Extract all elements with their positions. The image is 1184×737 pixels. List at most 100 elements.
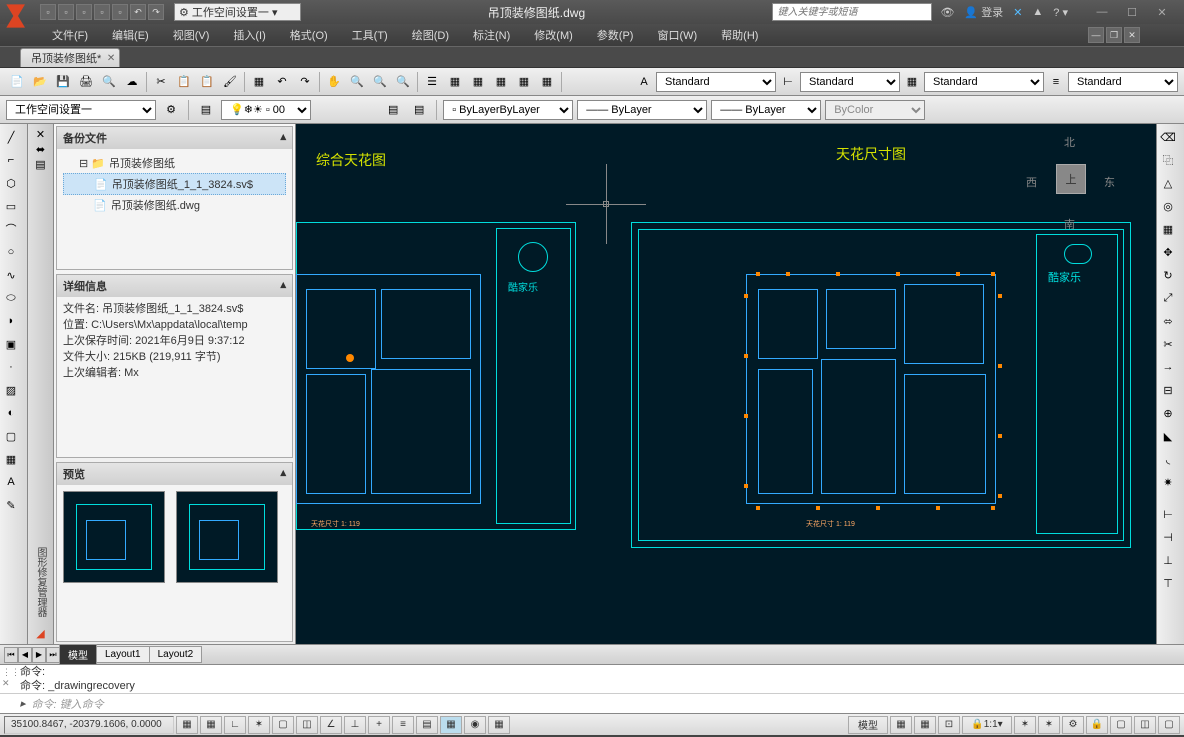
zoom-prev-icon[interactable]: 🔍 [392, 71, 414, 93]
undo-icon[interactable]: ↶ [130, 4, 146, 20]
preview-header[interactable]: 预览▴ [57, 463, 292, 485]
markup-icon[interactable]: ▦ [513, 71, 535, 93]
osnap-icon[interactable]: ▢ [272, 716, 294, 734]
menu-edit[interactable]: 编辑(E) [100, 27, 161, 43]
menu-draw[interactable]: 绘图(D) [400, 27, 461, 43]
view-cube[interactable]: 北 南 西 东 上 [1026, 134, 1116, 224]
menu-insert[interactable]: 插入(I) [221, 27, 277, 43]
dim2-icon[interactable]: ⊣ [1157, 526, 1179, 548]
offset-icon[interactable]: ◎ [1157, 195, 1179, 217]
color-select[interactable]: ▫ ByLayerByLayer [443, 100, 573, 120]
menu-window[interactable]: 窗口(W) [645, 27, 709, 43]
info-icon[interactable]: ▲ [1032, 6, 1043, 18]
preview-thumb1[interactable] [63, 491, 165, 583]
collapse-icon[interactable]: ▴ [280, 278, 286, 294]
workspace2-select[interactable]: 工作空间设置一 [6, 100, 156, 120]
menu-param[interactable]: 参数(P) [585, 27, 646, 43]
3dosnap-icon[interactable]: ◫ [296, 716, 318, 734]
lwt-icon[interactable]: ≡ [392, 716, 414, 734]
help-icon[interactable]: ? ▾ [1053, 6, 1068, 19]
copy-icon[interactable]: ⿻ [1157, 149, 1179, 171]
redo-icon[interactable]: ↷ [294, 71, 316, 93]
am-icon[interactable]: ▦ [488, 716, 510, 734]
tpy-icon[interactable]: ▤ [416, 716, 438, 734]
ortho-icon[interactable]: ∟ [224, 716, 246, 734]
dimstyle-select[interactable]: Standard [800, 72, 900, 92]
menu-format[interactable]: 格式(O) [278, 27, 340, 43]
minimize-button[interactable]: — [1088, 3, 1116, 21]
details-header[interactable]: 详细信息▴ [57, 275, 292, 297]
textstyle-select[interactable]: Standard [656, 72, 776, 92]
otrack-icon[interactable]: ∠ [320, 716, 342, 734]
menu-tools[interactable]: 工具(T) [340, 27, 400, 43]
ducs-icon[interactable]: ⊥ [344, 716, 366, 734]
layer-select[interactable]: 💡❄☀ ▫ 00 [221, 100, 311, 120]
fillet-icon[interactable]: ◟ [1157, 448, 1179, 470]
search-input[interactable] [772, 3, 932, 21]
ssm-icon[interactable]: ▦ [490, 71, 512, 93]
mtext-icon[interactable]: A [0, 471, 22, 493]
publish-icon[interactable]: ☁ [121, 71, 143, 93]
qv2-icon[interactable]: ▦ [914, 716, 936, 734]
paste-icon[interactable]: 📋 [196, 71, 218, 93]
anno-vis-icon[interactable]: ✶ [1014, 716, 1036, 734]
lineweight-select[interactable]: —— ByLayer [711, 100, 821, 120]
move-icon[interactable]: ✥ [1157, 241, 1179, 263]
undo-icon[interactable]: ↶ [271, 71, 293, 93]
menu-help[interactable]: 帮助(H) [709, 27, 770, 43]
qcalc-icon[interactable]: ▦ [536, 71, 558, 93]
ws-icon[interactable]: ⚙ [1062, 716, 1084, 734]
dim3-icon[interactable]: ⊥ [1157, 549, 1179, 571]
props-icon[interactable]: ☰ [421, 71, 443, 93]
new-icon[interactable]: 📄 [6, 71, 28, 93]
viewcube-top[interactable]: 上 [1056, 164, 1086, 194]
qp-icon[interactable]: ▦ [440, 716, 462, 734]
workspace-dropdown[interactable]: ⚙ 工作空间设置一 ▾ [174, 3, 301, 21]
table-icon[interactable]: ▦ [0, 448, 22, 470]
mlstyle-select[interactable]: Standard [1068, 72, 1178, 92]
login-button[interactable]: 👤 登录 [964, 4, 1003, 20]
open-icon[interactable]: 📂 [29, 71, 51, 93]
circle-icon[interactable]: ○ [0, 241, 22, 263]
join-icon[interactable]: ⊕ [1157, 402, 1179, 424]
palette-menu-icon[interactable]: ▤ [35, 158, 45, 171]
redo-icon[interactable]: ↷ [148, 4, 164, 20]
gradient-icon[interactable]: ◐ [0, 402, 22, 424]
tab-layout2[interactable]: Layout2 [149, 646, 203, 663]
lock-icon[interactable]: 🔒 [1086, 716, 1108, 734]
doc-close-icon[interactable]: ✕ [1124, 27, 1140, 43]
point-icon[interactable]: · [0, 356, 22, 378]
dimstyle-icon[interactable]: ⊢ [777, 71, 799, 93]
maximize-button[interactable]: ☐ [1118, 3, 1146, 21]
pan-icon[interactable]: ✋ [323, 71, 345, 93]
dim-icon[interactable]: ⊢ [1157, 503, 1179, 525]
array-icon[interactable]: ▦ [1157, 218, 1179, 240]
trim-icon[interactable]: ✂ [1157, 333, 1179, 355]
match-icon[interactable]: 🖌 [219, 71, 241, 93]
line-icon[interactable]: ╱ [0, 126, 22, 148]
file-tab[interactable]: 吊顶装修图纸*✕ [20, 48, 120, 67]
gear-icon[interactable]: ⚙ [160, 99, 182, 121]
preview-thumb2[interactable] [176, 491, 278, 583]
palette-pin-icon[interactable]: ⬌ [36, 143, 45, 156]
print-icon[interactable]: ▫ [112, 4, 128, 20]
tablestyle-select[interactable]: Standard [924, 72, 1044, 92]
cut-icon[interactable]: ✂ [150, 71, 172, 93]
new-icon[interactable]: ▫ [40, 4, 56, 20]
menu-modify[interactable]: 修改(M) [522, 27, 585, 43]
menu-view[interactable]: 视图(V) [161, 27, 222, 43]
nav-icon[interactable]: ⊡ [938, 716, 960, 734]
tab-prev-icon[interactable]: ◀ [18, 647, 32, 663]
dim4-icon[interactable]: ⊤ [1157, 572, 1179, 594]
snap-icon[interactable]: ▦ [176, 716, 198, 734]
anno-auto-icon[interactable]: ✶ [1038, 716, 1060, 734]
tree-item-svs[interactable]: 📄 吊顶装修图纸_1_1_3824.sv$ [63, 173, 286, 195]
exchange-icon[interactable]: ✕ [1013, 6, 1022, 19]
dyn-icon[interactable]: + [368, 716, 390, 734]
tab-model[interactable]: 模型 [59, 644, 97, 665]
explode-icon[interactable]: ✷ [1157, 471, 1179, 493]
tree-root[interactable]: ⊟ 📁 吊顶装修图纸 [63, 153, 286, 173]
model-space-button[interactable]: 模型 [848, 716, 888, 734]
backup-header[interactable]: 备份文件▴ [57, 127, 292, 149]
save-icon[interactable]: 💾 [52, 71, 74, 93]
